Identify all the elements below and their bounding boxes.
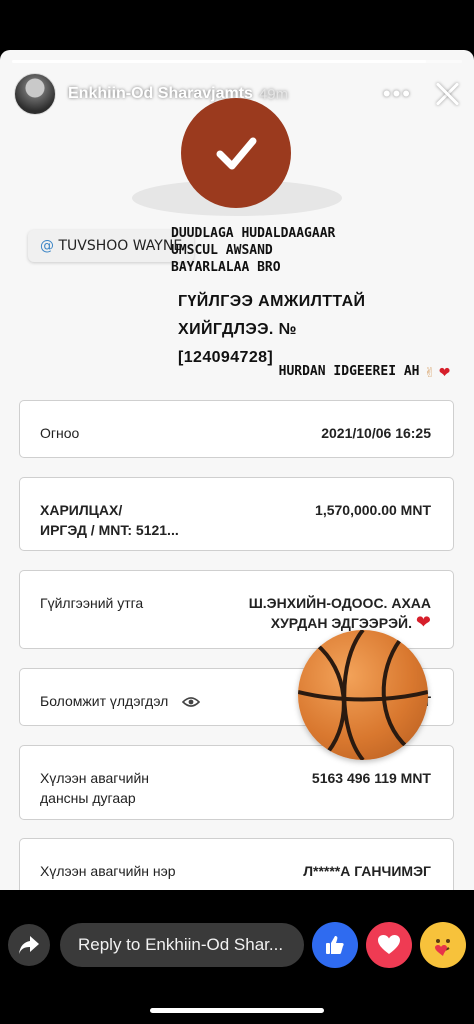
recipient-account-value: 5163 496 119 MNT xyxy=(311,770,431,786)
caption-line: BAYARLALAA BRO xyxy=(171,260,281,275)
account-label-line: ИРГЭД / MNT: 5121... xyxy=(40,522,179,538)
love-icon xyxy=(378,935,400,954)
recipient-name-field: Хүлээн авагчийн нэр Л*****А ГАНЧИМЭГ xyxy=(19,838,454,890)
story-caption: DUUDLAGA HUDALDAAGAAR UMSCUL AWSAND BAYA… xyxy=(171,225,371,276)
amount-value: 1,570,000.00 MNT xyxy=(315,502,431,518)
note-text: HURDAN IDGEEREI AH xyxy=(278,364,420,379)
home-indicator[interactable] xyxy=(150,1008,324,1013)
account-label: ХАРИЛЦАХ/ ИРГЭД / MNT: 5121... xyxy=(40,500,179,540)
avatar[interactable] xyxy=(14,73,56,115)
balance-label-text: Боломжит үлдэгдэл xyxy=(40,693,169,709)
date-value: 2021/10/06 16:25 xyxy=(321,425,431,441)
date-field: Огноо 2021/10/06 16:25 xyxy=(19,400,454,458)
success-check-badge xyxy=(181,98,291,208)
share-icon xyxy=(19,936,39,954)
purpose-value-line: Ш.ЭНХИЙН-ОДООС. АХАА xyxy=(248,595,431,611)
more-icon[interactable]: ••• xyxy=(383,81,412,107)
recipient-name-label: Хүлээн авагчийн нэр xyxy=(40,863,176,879)
care-icon xyxy=(435,939,450,956)
receipt-title: ГҮЙЛГЭЭ АМЖИЛТТАЙ ХИЙГДЛЭЭ. № [124094728… xyxy=(178,288,460,372)
story-footer: Reply to Enkhiin-Od Shar... xyxy=(0,905,474,985)
receipt-title-text: ГҮЙЛГЭЭ АМЖИЛТТАЙ ХИЙГДЛЭЭ. № xyxy=(178,293,366,338)
recipient-account-label: Хүлээн авагчийн дансны дугаар xyxy=(40,768,149,808)
purpose-value-text: ХУРДАН ЭДГЭЭРЭЙ. xyxy=(270,615,413,631)
post-time: 49m xyxy=(258,85,289,103)
hand-icon: ✌ xyxy=(424,362,435,381)
story-progress-bar xyxy=(12,60,462,63)
recipient-account-label-line: Хүлээн авагчийн xyxy=(40,770,150,786)
heart-icon: ❤ xyxy=(415,612,431,632)
basketball-lines xyxy=(298,630,428,760)
close-icon[interactable] xyxy=(434,81,460,107)
share-button[interactable] xyxy=(8,924,50,966)
like-button[interactable] xyxy=(312,922,358,968)
recipient-name-value: Л*****А ГАНЧИМЭГ xyxy=(303,863,431,879)
check-icon xyxy=(216,137,257,170)
account-field: ХАРИЛЦАХ/ ИРГЭД / MNT: 5121... 1,570,000… xyxy=(19,477,454,551)
date-label: Огноо xyxy=(40,425,80,441)
story-progress-fill xyxy=(12,60,426,63)
recipient-account-label-line: дансны дугаар xyxy=(40,790,136,806)
story-note: HURDAN IDGEEREI AH ✌ ❤ xyxy=(279,362,450,381)
account-label-line: ХАРИЛЦАХ/ xyxy=(40,502,123,518)
mention-name: TUVSHOO WAYNE xyxy=(58,238,183,254)
purpose-value: Ш.ЭНХИЙН-ОДООС. АХАА ХУРДАН ЭДГЭЭРЭЙ. ❤ xyxy=(249,593,431,633)
mention-tag[interactable]: @ TUVSHOO WAYNE xyxy=(28,230,195,262)
balance-label: Боломжит үлдэгдэл xyxy=(40,691,201,711)
heart-icon: ❤ xyxy=(439,360,450,382)
love-button[interactable] xyxy=(366,922,412,968)
story-frame: Enkhiin-Od Sharavjamts 49m ••• @ TUVSHOO… xyxy=(0,50,474,890)
basketball-icon[interactable] xyxy=(298,630,428,760)
care-button[interactable] xyxy=(420,922,466,968)
like-icon xyxy=(326,936,344,954)
caption-line: DUUDLAGA HUDALDAAGAAR xyxy=(171,226,336,241)
reply-input[interactable]: Reply to Enkhiin-Od Shar... xyxy=(60,923,304,967)
eye-icon[interactable] xyxy=(182,696,201,708)
purpose-label: Гүйлгээний утга xyxy=(40,595,144,611)
caption-line: UMSCUL AWSAND xyxy=(171,243,273,258)
mention-at-sign: @ xyxy=(40,238,54,254)
